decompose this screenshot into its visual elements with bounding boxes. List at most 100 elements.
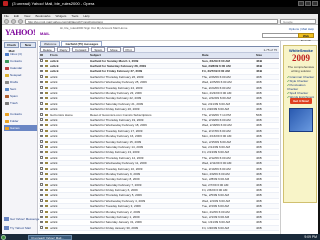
browser-search-input[interactable]: Google xyxy=(280,18,316,24)
ad-year: 2009 xyxy=(292,53,310,63)
message-checkbox[interactable] xyxy=(40,145,43,148)
check-mail-button[interactable]: Check Mail xyxy=(4,42,19,53)
sidebar-item-label: Folder xyxy=(10,119,19,123)
message-checkbox[interactable] xyxy=(40,91,43,95)
message-checkbox[interactable] xyxy=(40,80,43,84)
header-account-links[interactable]: Hi, ble_rules2000 Sign Out My Account Ma… xyxy=(60,26,127,30)
select-all-checkbox[interactable] xyxy=(40,53,43,57)
envelope-icon xyxy=(45,86,48,89)
mail-logo: MAIL xyxy=(40,31,50,36)
forward-icon[interactable] xyxy=(11,18,16,24)
envelope-icon xyxy=(45,210,48,213)
tab-welcome[interactable]: Welcome xyxy=(40,41,61,46)
contacts-icon xyxy=(5,59,9,63)
sidebar-item-inbox[interactable]: Inbox (3) xyxy=(4,51,37,57)
address-bar[interactable]: http://us.mg1.mail.yahoo.com/dc/launch?.… xyxy=(25,18,278,24)
sidebar-item-label: Spam xyxy=(10,94,18,98)
menu-item-file[interactable]: File xyxy=(4,14,9,18)
message-checkbox[interactable] xyxy=(40,123,43,127)
whitesmoke-ad[interactable]: WhiteSmoke 2009 The comprehensive writin… xyxy=(283,45,317,203)
mail-main-pane: Welcome Garfield (75) messages Delete Repl… xyxy=(39,41,279,240)
sidebar-promo-link[interactable]: Try Yahoo! Mail xyxy=(4,226,31,231)
forward-button[interactable]: Forward xyxy=(72,47,90,52)
message-checkbox[interactable] xyxy=(40,69,43,73)
close-button[interactable] xyxy=(312,1,318,6)
message-checkbox[interactable] xyxy=(40,226,43,229)
web-search-button[interactable]: Web Search xyxy=(298,33,314,43)
envelope-icon xyxy=(45,124,48,127)
message-checkbox[interactable] xyxy=(40,140,43,143)
envelope-icon xyxy=(45,97,48,100)
message-checkbox[interactable] xyxy=(40,129,43,132)
envelope-icon xyxy=(45,140,48,143)
envelope-icon xyxy=(45,70,48,73)
message-checkbox[interactable] xyxy=(40,156,43,159)
message-checkbox[interactable] xyxy=(40,102,43,105)
envelope-icon xyxy=(45,205,48,208)
message-checkbox[interactable] xyxy=(40,167,43,170)
envelope-icon xyxy=(45,102,48,105)
menu-item-help[interactable]: Help xyxy=(83,14,89,18)
reply-button[interactable]: Reply xyxy=(56,47,71,52)
message-checkbox[interactable] xyxy=(40,161,43,165)
message-checkbox[interactable] xyxy=(40,215,43,219)
delete-button[interactable]: Delete xyxy=(40,47,55,52)
sidebar-item-calendar[interactable]: Calendar xyxy=(4,65,37,71)
ad-cta-button[interactable]: Get it Now! xyxy=(290,98,312,104)
sidebar-item-spam[interactable]: Spam xyxy=(4,93,37,99)
header-options-links[interactable]: Options | Mail Help xyxy=(289,27,314,31)
menu-item-view[interactable]: View xyxy=(24,14,30,18)
message-checkbox[interactable] xyxy=(40,107,43,111)
sidebar-item-folder[interactable]: Folder xyxy=(4,118,37,124)
message-checkbox[interactable] xyxy=(40,193,43,197)
move-button[interactable]: Move xyxy=(107,47,121,52)
message-checkbox[interactable] xyxy=(40,150,43,154)
message-checkbox[interactable] xyxy=(40,188,43,192)
yahoo-logo[interactable]: YAHOO! xyxy=(5,28,36,37)
sidebar-item-sent[interactable]: Sent xyxy=(4,86,37,92)
sidebar-promo-link[interactable]: Get Yahoo! Messenger xyxy=(4,217,41,222)
sidebar-item-contacts[interactable]: Contacts xyxy=(4,58,37,64)
message-checkbox[interactable] xyxy=(40,220,43,224)
promo-icon xyxy=(4,217,9,222)
message-row[interactable]: uclick Garfield for Friday January 30, 20… xyxy=(39,225,279,232)
tab-garfield-folder[interactable]: Garfield (75) messages xyxy=(61,41,103,46)
message-checkbox[interactable] xyxy=(40,183,43,186)
message-checkbox[interactable] xyxy=(40,59,43,62)
message-checkbox[interactable] xyxy=(40,199,43,202)
menu-item-bookmarks[interactable]: Bookmarks xyxy=(35,14,50,18)
taskbar-item-opera[interactable]: (3 unread) Yahoo! Mail... xyxy=(28,234,72,240)
sidebar-item-notepad[interactable]: Notepad xyxy=(4,72,37,78)
message-checkbox[interactable] xyxy=(40,113,43,116)
menu-item-widgets[interactable]: Widgets xyxy=(55,14,66,18)
minimize-button[interactable] xyxy=(298,1,304,6)
sidebar-item-trash[interactable]: Trash xyxy=(4,100,37,106)
message-checkbox[interactable] xyxy=(40,86,43,89)
sidebar-item-contacts[interactable]: Contacts xyxy=(4,111,37,117)
message-checkbox[interactable] xyxy=(40,134,43,138)
maximize-button[interactable] xyxy=(305,1,311,6)
print-button[interactable]: Print xyxy=(122,47,135,52)
spam-button[interactable]: Spam xyxy=(91,47,106,52)
message-checkbox[interactable] xyxy=(40,118,43,121)
message-checkbox[interactable] xyxy=(40,64,43,68)
message-checkbox[interactable] xyxy=(40,177,43,181)
message-checkbox[interactable] xyxy=(40,172,43,175)
back-icon[interactable] xyxy=(4,18,9,24)
message-checkbox[interactable] xyxy=(40,204,43,208)
envelope-icon xyxy=(45,108,48,111)
message-checkbox[interactable] xyxy=(40,96,43,100)
reload-icon[interactable] xyxy=(18,18,23,24)
sidebar-item-games[interactable]: Games xyxy=(4,125,37,131)
envelope-icon xyxy=(45,59,48,62)
start-button[interactable] xyxy=(1,234,6,240)
folder-icon xyxy=(5,112,9,116)
message-checkbox[interactable] xyxy=(40,210,43,213)
message-checkbox[interactable] xyxy=(40,75,43,78)
new-message-button[interactable]: New xyxy=(20,42,36,48)
sidebar-item-drafts[interactable]: Drafts xyxy=(4,79,37,85)
menu-item-tools[interactable]: Tools xyxy=(71,14,78,18)
subject-cell: Garfield for Friday January 30, 2009 xyxy=(89,225,201,232)
from-cell: uclick xyxy=(49,225,89,232)
menu-item-edit[interactable]: Edit xyxy=(14,14,19,18)
